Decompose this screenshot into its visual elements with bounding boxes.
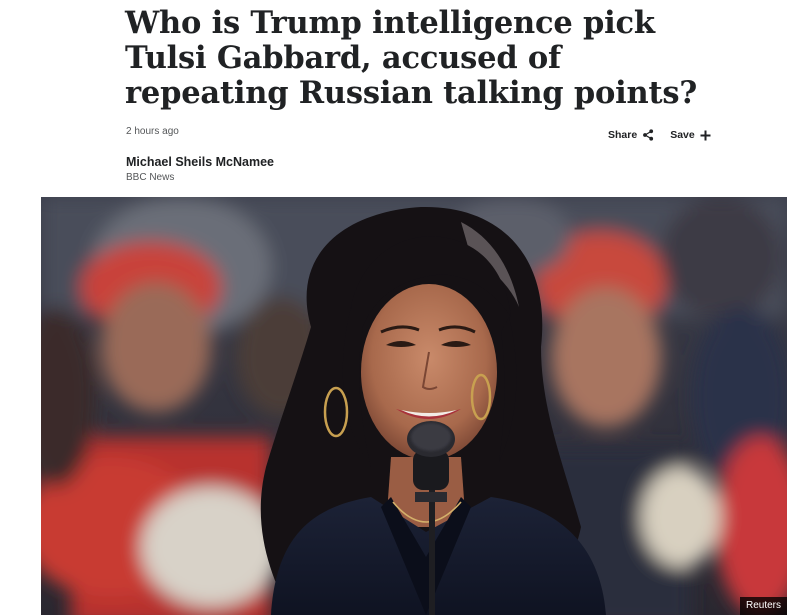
share-button[interactable]: Share	[608, 129, 654, 141]
article-timestamp: 2 hours ago	[126, 126, 179, 137]
save-button[interactable]: Save	[670, 129, 711, 141]
image-credit: Reuters	[739, 597, 787, 615]
save-label: Save	[670, 129, 695, 141]
share-icon	[642, 129, 654, 141]
byline: Michael Sheils McNamee BBC News	[126, 155, 274, 183]
plus-icon	[700, 130, 711, 141]
author-outlet: BBC News	[126, 172, 175, 183]
share-label: Share	[608, 129, 638, 141]
article-page: Who is Trump intelligence pick Tulsi Gab…	[0, 0, 796, 615]
hero-image: Reuters	[41, 197, 787, 615]
article-actions: Share Save	[608, 129, 711, 141]
article-headline: Who is Trump intelligence pick Tulsi Gab…	[125, 5, 698, 111]
hero-photo	[41, 197, 787, 615]
author-name[interactable]: Michael Sheils McNamee	[126, 155, 274, 169]
